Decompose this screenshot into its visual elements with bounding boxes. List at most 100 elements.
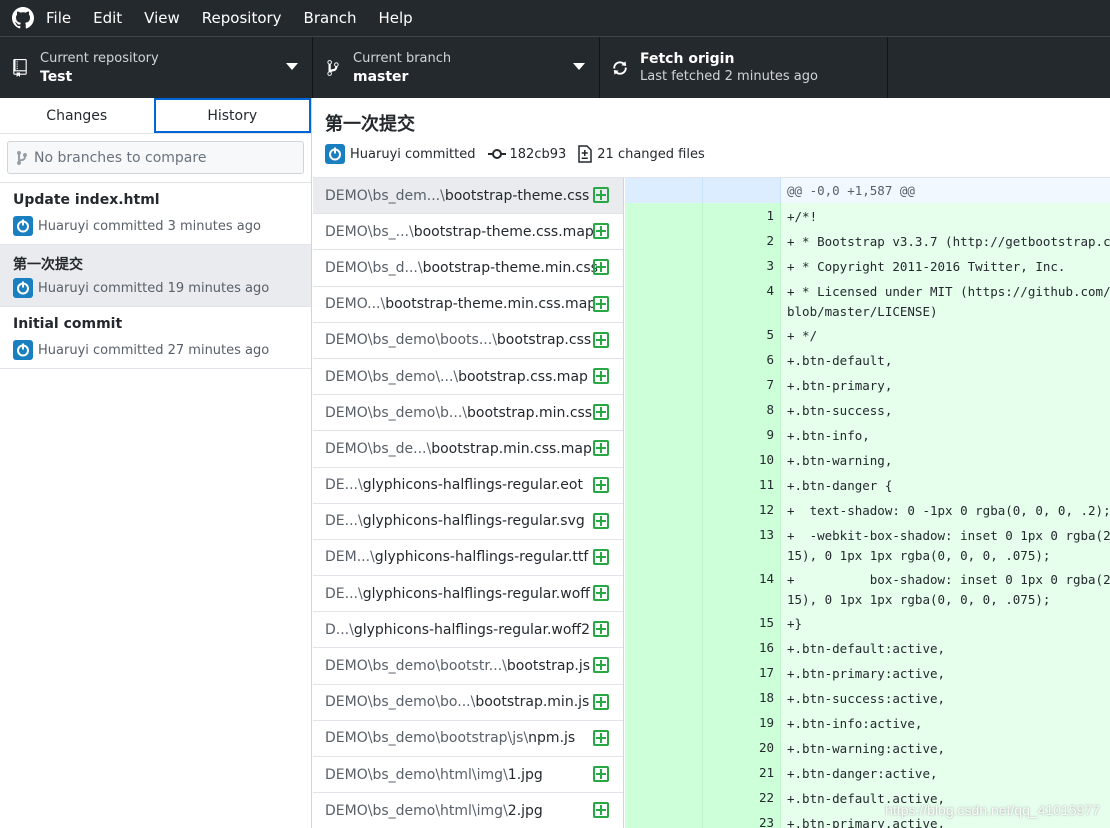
diff-line-text: +.btn-success:active, — [787, 691, 946, 706]
old-line-number — [625, 710, 703, 735]
file-added-icon — [593, 440, 609, 457]
diff-line: 8 +.btn-success, — [625, 397, 1110, 422]
new-line-number: 22 — [703, 785, 781, 810]
file-path: DE...\glyphicons-halflings-regular.woff — [325, 585, 590, 602]
file-row[interactable]: DE...\glyphicons-halflings-regular.eot — [313, 468, 623, 504]
diff-line-text: + * Licensed under MIT (https://github.c… — [787, 284, 1110, 319]
file-path: DEMO\bs_dem...\bootstrap-theme.css — [325, 187, 590, 204]
old-line-number — [625, 203, 703, 228]
diff-line: 14 + box-shadow: inset 0 1px 0 rgba(2 15)… — [625, 566, 1110, 610]
new-line-number: 19 — [703, 710, 781, 735]
old-line-number — [625, 635, 703, 660]
new-line-number: 8 — [703, 397, 781, 422]
file-row[interactable]: DEMO\bs_demo\bootstrap\js\npm.js — [313, 721, 623, 757]
old-line-number — [625, 322, 703, 347]
commit-icon — [487, 149, 506, 159]
file-row[interactable]: DEMO\bs_demo\bootstr...\bootstrap.js — [313, 648, 623, 685]
file-row[interactable]: DEMO\bs_dem...\bootstrap-theme.css — [313, 178, 623, 215]
file-row[interactable]: DEMO\bs_demo\b...\bootstrap.min.css — [313, 395, 623, 432]
old-line-number — [625, 397, 703, 422]
file-row[interactable]: DEMO\bs_demo\boots...\bootstrap.css — [313, 323, 623, 359]
new-line-number: 20 — [703, 735, 781, 760]
old-line-number — [625, 472, 703, 497]
file-row[interactable]: DE...\glyphicons-halflings-regular.woff — [313, 576, 623, 613]
file-added-icon — [593, 585, 609, 602]
diff-line-text: +.btn-danger { — [787, 478, 893, 493]
menu-help[interactable]: Help — [378, 9, 412, 27]
commit-list-item[interactable]: 第一次提交 Huaruyi committed 19 minutes ago — [0, 245, 311, 307]
menu-branch[interactable]: Branch — [304, 9, 357, 27]
old-line-number — [625, 347, 703, 372]
menu-repository[interactable]: Repository — [202, 9, 282, 27]
commit-sha[interactable]: 182cb93 — [510, 147, 567, 162]
commit-list-item[interactable]: Initial commit Huaruyi committed 27 minu… — [0, 307, 311, 369]
file-row[interactable]: DEMO\bs_demo\...\bootstrap.css.map — [313, 359, 623, 396]
menu-bar: File Edit View Repository Branch Help — [0, 0, 1110, 36]
new-line-number: 5 — [703, 322, 781, 347]
old-line-number — [625, 253, 703, 278]
new-line-number: 23 — [703, 810, 781, 828]
file-row[interactable]: DEMO\bs_...\bootstrap-theme.css.map — [313, 214, 623, 251]
menu-view[interactable]: View — [144, 9, 180, 27]
file-row[interactable]: DE...\glyphicons-halflings-regular.svg — [313, 504, 623, 540]
old-line-number — [625, 566, 703, 610]
file-row[interactable]: DEMO...\bootstrap-theme.min.css.map — [313, 287, 623, 323]
diff-hunk-header: @@ -0,0 +1,587 @@ — [625, 178, 1110, 203]
diff-line: 12 + text-shadow: 0 -1px 0 rgba(0, 0, 0, … — [625, 497, 1110, 522]
file-path: DEMO\bs_de...\bootstrap.min.css.map — [325, 440, 592, 457]
current-branch-button[interactable]: Current branch master — [313, 37, 600, 98]
file-row[interactable]: DEMO\bs_demo\bo...\bootstrap.min.js — [313, 685, 623, 721]
commit-meta-text: Huaruyi committed 19 minutes ago — [38, 280, 270, 296]
watermark-text: https://blog.csdn.net/qq_41015977 — [885, 802, 1100, 818]
file-row[interactable]: DEMO\bs_de...\bootstrap.min.css.map — [313, 431, 623, 468]
menu-edit[interactable]: Edit — [93, 9, 122, 27]
diff-line: 7 +.btn-primary, — [625, 372, 1110, 397]
old-line-number — [625, 760, 703, 785]
current-repository-button[interactable]: Current repository Test — [0, 37, 313, 98]
file-path: DEMO...\bootstrap-theme.min.css.map — [325, 296, 597, 313]
diff-line-text: + */ — [787, 328, 818, 343]
old-line-number — [625, 278, 703, 322]
repo-icon — [0, 58, 40, 77]
old-line-number — [625, 522, 703, 566]
compare-branch-area: No branches to compare — [0, 134, 311, 183]
file-row[interactable]: DEMO\bs_demo\html\img\2.jpg — [313, 793, 623, 828]
tab-history[interactable]: History — [153, 98, 311, 133]
commit-author: Huaruyi committed — [350, 146, 476, 162]
diff-line-text: + text-shadow: 0 -1px 0 rgba(0, 0, 0, .2… — [787, 503, 1110, 518]
old-line-number — [625, 610, 703, 635]
commit-summary: Initial commit — [13, 316, 123, 332]
file-added-icon — [593, 512, 609, 529]
old-line-number — [625, 685, 703, 710]
fetch-origin-button[interactable]: Fetch origin Last fetched 2 minutes ago — [600, 37, 888, 98]
diff-line-text: +.btn-success, — [787, 403, 893, 418]
file-added-icon — [593, 657, 609, 674]
menu-file[interactable]: File — [46, 9, 71, 27]
file-row[interactable]: DEMO\bs_demo\html\img\1.jpg — [313, 757, 623, 794]
file-path: DEMO\bs_demo\html\img\1.jpg — [325, 766, 543, 783]
commit-list-item[interactable]: Update index.html Huaruyi committed 3 mi… — [0, 183, 311, 245]
file-added-icon — [593, 802, 609, 819]
file-added-icon — [593, 548, 609, 565]
sidebar: Changes History No branches to compare U… — [0, 98, 312, 828]
branch-icon — [17, 150, 27, 165]
file-row[interactable]: D...\glyphicons-halflings-regular.woff2 — [313, 612, 623, 649]
file-path: DEMO\bs_demo\bo...\bootstrap.min.js — [325, 694, 590, 711]
tab-changes[interactable]: Changes — [0, 98, 154, 133]
file-row[interactable]: DEM...\glyphicons-halflings-regular.ttf — [313, 540, 623, 577]
old-line-number — [625, 228, 703, 253]
file-path: DEMO\bs_demo\boots...\bootstrap.css — [325, 332, 592, 349]
branch-label: Current branch — [353, 50, 452, 66]
old-line-number — [625, 497, 703, 522]
new-line-number: 1 — [703, 203, 781, 228]
commit-summary: 第一次提交 — [13, 257, 83, 273]
diff-line-text: +.btn-info:active, — [787, 716, 923, 731]
diff-line-text: +.btn-info, — [787, 428, 870, 443]
file-row[interactable]: DEMO\bs_d...\bootstrap-theme.min.css — [313, 250, 623, 287]
commit-title: 第一次提交 — [325, 114, 415, 135]
file-added-icon — [593, 223, 609, 240]
file-path: DEMO\bs_d...\bootstrap-theme.min.css — [325, 259, 598, 276]
compare-branch-input[interactable]: No branches to compare — [7, 141, 304, 174]
diff-view[interactable]: @@ -0,0 +1,587 @@ 1 +/*! 2 + * Bootstrap v3… — [625, 178, 1110, 828]
